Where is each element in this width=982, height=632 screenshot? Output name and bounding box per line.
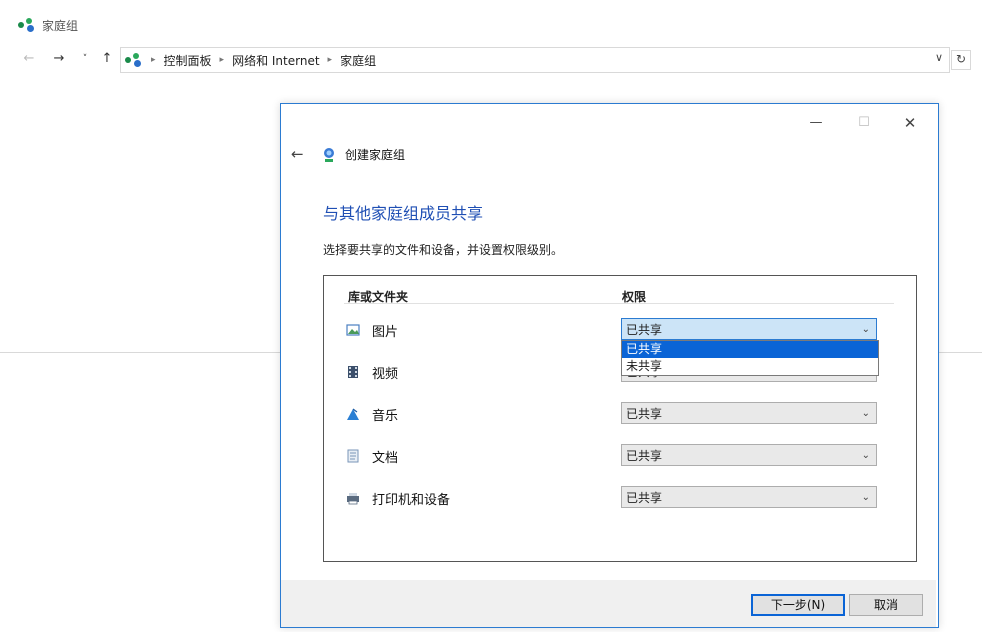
close-button[interactable]: ✕ xyxy=(895,112,925,134)
permission-dropdown-list: 已共享 未共享 xyxy=(621,340,879,376)
breadcrumb-network[interactable]: 网络和 Internet xyxy=(232,52,319,69)
printer-icon xyxy=(346,491,360,505)
divider xyxy=(0,352,280,353)
select-value: 已共享 xyxy=(626,491,662,505)
divider xyxy=(938,352,982,353)
pictures-icon xyxy=(346,323,360,337)
library-label: 文档 xyxy=(372,447,398,466)
permission-select-printers[interactable]: 已共享 ⌄ xyxy=(621,486,877,508)
window-title-bar: 家庭组 xyxy=(18,14,78,36)
homegroup-wizard-icon xyxy=(321,147,337,163)
back-button[interactable]: ← xyxy=(20,50,38,68)
homegroup-icon xyxy=(125,53,143,67)
breadcrumb-homegroup[interactable]: 家庭组 xyxy=(340,52,376,69)
permission-select-music[interactable]: 已共享 ⌄ xyxy=(621,402,877,424)
dropdown-option-not-shared[interactable]: 未共享 xyxy=(622,358,878,375)
dialog-footer: 下一步(N) 取消 xyxy=(281,580,936,627)
share-settings-list: 库或文件夹 权限 图片 已共享 ⌄ 已共享 未共享 xyxy=(323,275,917,562)
refresh-button[interactable]: ↻ xyxy=(951,50,971,70)
address-bar[interactable]: ▸ 控制面板 ▸ 网络和 Internet ▸ 家庭组 ∨ xyxy=(120,47,950,73)
breadcrumb-control-panel[interactable]: 控制面板 xyxy=(164,52,212,69)
chevron-down-icon: ⌄ xyxy=(862,403,870,425)
cancel-button[interactable]: 取消 xyxy=(849,594,923,616)
permission-select-pictures[interactable]: 已共享 ⌄ xyxy=(621,318,877,340)
list-item-music: 音乐 已共享 ⌄ xyxy=(324,402,916,428)
library-label: 打印机和设备 xyxy=(372,489,450,508)
create-homegroup-dialog: — ☐ ✕ ← 创建家庭组 与其他家庭组成员共享 选择要共享的文件和设备，并设置… xyxy=(280,103,939,628)
videos-icon xyxy=(346,365,360,379)
window-title: 家庭组 xyxy=(42,17,78,34)
documents-icon xyxy=(346,449,360,463)
up-button[interactable]: ↑ xyxy=(98,50,116,68)
instruction-text: 选择要共享的文件和设备，并设置权限级别。 xyxy=(323,241,563,258)
list-item-pictures: 图片 已共享 ⌄ 已共享 未共享 xyxy=(324,318,916,344)
homegroup-icon xyxy=(18,18,36,32)
list-item-printers: 打印机和设备 已共享 ⌄ xyxy=(324,486,916,512)
music-icon xyxy=(346,407,360,421)
maximize-button[interactable]: ☐ xyxy=(849,112,879,134)
address-dropdown-icon[interactable]: ∨ xyxy=(935,51,943,64)
library-label: 图片 xyxy=(372,321,398,340)
chevron-right-icon: ▸ xyxy=(151,55,156,65)
library-label: 音乐 xyxy=(372,405,398,424)
select-value: 已共享 xyxy=(626,407,662,421)
dialog-title-text: 创建家庭组 xyxy=(345,146,405,163)
dialog-title: 创建家庭组 xyxy=(321,146,405,163)
dropdown-option-shared[interactable]: 已共享 xyxy=(622,341,878,358)
chevron-down-icon: ⌄ xyxy=(862,319,870,341)
select-value: 已共享 xyxy=(626,449,662,463)
chevron-down-icon: ⌄ xyxy=(862,487,870,509)
chevron-right-icon: ▸ xyxy=(328,55,333,65)
back-arrow-button[interactable]: ← xyxy=(291,145,304,163)
header-divider xyxy=(344,303,894,304)
chevron-down-icon: ⌄ xyxy=(862,445,870,467)
recent-locations-button[interactable]: ˅ xyxy=(76,50,94,68)
list-item-documents: 文档 已共享 ⌄ xyxy=(324,444,916,470)
next-button[interactable]: 下一步(N) xyxy=(751,594,845,616)
minimize-button[interactable]: — xyxy=(801,112,831,134)
chevron-right-icon: ▸ xyxy=(220,55,225,65)
page-heading: 与其他家庭组成员共享 xyxy=(323,200,483,224)
forward-button[interactable]: → xyxy=(50,50,68,68)
select-value: 已共享 xyxy=(626,323,662,337)
permission-select-documents[interactable]: 已共享 ⌄ xyxy=(621,444,877,466)
address-toolbar: ← → ˅ ↑ ▸ 控制面板 ▸ 网络和 Internet ▸ 家庭组 ∨ ↻ xyxy=(0,44,982,76)
library-label: 视频 xyxy=(372,363,398,382)
